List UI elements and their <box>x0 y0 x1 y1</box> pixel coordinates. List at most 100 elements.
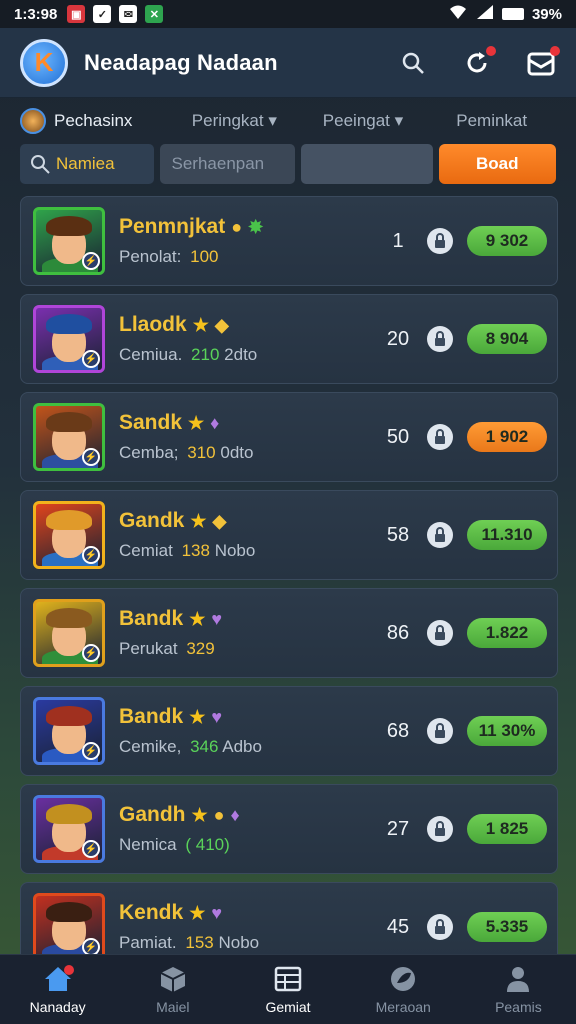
score-badge[interactable]: 8 904 <box>467 324 547 354</box>
player-stats: Cemike, 346 Adbo <box>119 737 339 757</box>
inbox-button[interactable] <box>526 45 560 78</box>
check-notification-icon: ✓ <box>93 5 112 23</box>
search-input[interactable]: Namiea <box>20 144 154 184</box>
lock-icon[interactable] <box>427 522 453 548</box>
tab-label: Peringkat <box>191 111 264 130</box>
lock-icon[interactable] <box>427 228 453 254</box>
list-item[interactable]: ⚡ Bandk ★ ♥ Cemike, 346 Adbo 68 11 30% <box>20 686 558 776</box>
tab-peringkat-1[interactable]: Peringkat ▾ <box>170 111 299 131</box>
lock-icon[interactable] <box>427 424 453 450</box>
player-info: Llaodk ★ ◆ Cemiua. 210 2dto <box>119 313 339 365</box>
nav-label: Peamis <box>495 998 542 1015</box>
player-name: Gandk <box>119 509 185 532</box>
filter-select[interactable]: Serhaenpan <box>159 144 295 184</box>
nav-item-cube[interactable]: Maiel <box>115 955 230 1024</box>
lock-icon[interactable] <box>427 326 453 352</box>
filter-bar: Namiea Serhaenpan Boad <box>20 144 556 184</box>
level-badge-icon: ⚡ <box>82 742 100 760</box>
nav-item-grid[interactable]: Gemiat <box>230 955 345 1024</box>
avatar-hair <box>46 902 92 922</box>
star-icon: ★ <box>190 510 207 531</box>
player-name-line: Bandk ★ ♥ <box>119 607 339 631</box>
logo-glyph: K <box>34 47 54 77</box>
nav-label: Gemiat <box>265 998 311 1015</box>
list-item[interactable]: ⚡ Gandk ★ ◆ Cemiat 138 Nobo 58 11.310 <box>20 490 558 580</box>
rank-number: 20 <box>386 327 410 350</box>
star-icon: ★ <box>189 902 206 923</box>
avatar-hair <box>46 314 92 334</box>
level-badge-icon: ⚡ <box>82 840 100 858</box>
search-icon <box>31 155 50 174</box>
lock-icon[interactable] <box>427 816 453 842</box>
lock-icon[interactable] <box>427 620 453 646</box>
avatar: ⚡ <box>33 893 105 961</box>
nav-item-leaf[interactable]: Meraoan <box>346 955 461 1024</box>
search-button[interactable] <box>398 48 428 78</box>
player-name: Llaodk <box>119 313 187 336</box>
level-badge-icon: ⚡ <box>82 546 100 564</box>
rank-number: 45 <box>386 915 410 938</box>
lock-icon[interactable] <box>427 718 453 744</box>
avatar: ⚡ <box>33 795 105 863</box>
tab-peringkat-3[interactable]: Peminkat <box>427 111 556 131</box>
header-actions <box>398 45 560 78</box>
avatar-hair <box>46 412 92 432</box>
score-badge[interactable]: 5.335 <box>467 912 547 942</box>
wifi-icon <box>448 4 468 24</box>
player-stats: Cemba; 310 0dto <box>119 443 339 463</box>
filter-select-empty[interactable] <box>301 144 433 184</box>
nav-item-user[interactable]: Peamis <box>461 955 576 1024</box>
user-icon <box>503 965 533 993</box>
list-item[interactable]: ⚡ Sandk ★ ♦ Cemba; 310 0dto 50 1 902 <box>20 392 558 482</box>
heart-icon: ♥ <box>211 706 223 727</box>
avatar-hair <box>46 706 92 726</box>
submit-button[interactable]: Boad <box>438 144 556 184</box>
tab-profile[interactable]: Pechasinx <box>20 108 170 134</box>
list-item[interactable]: ⚡ Bandk ★ ♥ Perukat 329 86 1.822 <box>20 588 558 678</box>
score-badge[interactable]: 1.822 <box>467 618 547 648</box>
heart-icon: ♥ <box>211 608 223 629</box>
player-name: Bandk <box>119 607 184 630</box>
chevron-down-icon: ▾ <box>268 111 277 130</box>
tab-peringkat-2[interactable]: Peeingat ▾ <box>299 111 428 131</box>
refresh-button[interactable] <box>462 45 496 78</box>
chevron-down-icon: ▾ <box>394 111 404 130</box>
grid-icon <box>273 965 303 993</box>
stat-label: Perukat <box>119 639 178 658</box>
stat-extra: Adbo <box>222 737 262 756</box>
rank-number: 58 <box>386 523 410 546</box>
score-badge[interactable]: 11 30% <box>467 716 547 746</box>
player-name: Penmnjkat <box>119 215 226 238</box>
stat-value: 346 <box>190 737 219 756</box>
coin-icon: ● <box>231 216 243 237</box>
player-name-line: Kendk ★ ♥ <box>119 901 339 925</box>
player-stats: Nemica ( 410) <box>119 835 339 855</box>
leaf-icon <box>388 965 418 993</box>
rank-number: 50 <box>386 425 410 448</box>
app-logo-icon[interactable]: K <box>20 38 68 87</box>
nav-item-home[interactable]: Nanaday <box>0 955 115 1024</box>
notification-dot <box>550 45 560 56</box>
stat-label: Cemiat <box>119 541 173 560</box>
stat-label: Penolat: <box>119 247 182 266</box>
score-badge[interactable]: 1 825 <box>467 814 547 844</box>
player-stats: Pamiat. 153 Nobo <box>119 933 339 953</box>
stat-label: Nemica <box>119 835 177 854</box>
list-item[interactable]: ⚡ Llaodk ★ ◆ Cemiua. 210 2dto 20 8 904 <box>20 294 558 384</box>
player-name: Sandk <box>119 411 183 434</box>
list-item[interactable]: ⚡ Gandh ★ ● ♦ Nemica ( 410) 27 1 825 <box>20 784 558 874</box>
player-name-line: Bandk ★ ♥ <box>119 705 339 729</box>
player-info: Gandh ★ ● ♦ Nemica ( 410) <box>119 803 339 855</box>
gem-icon: ♦ <box>230 804 240 825</box>
score-badge[interactable]: 11.310 <box>467 520 547 550</box>
lock-icon[interactable] <box>427 914 453 940</box>
score-badge[interactable]: 1 902 <box>467 422 547 452</box>
gem-icon: ◆ <box>212 510 227 531</box>
score-badge[interactable]: 9 302 <box>467 226 547 256</box>
stat-extra: 2dto <box>224 345 258 364</box>
list-item[interactable]: ⚡ Penmnjkat ● ✸ Penolat: 100 1 9 302 <box>20 196 558 286</box>
stat-value: 310 <box>187 443 216 462</box>
stat-extra: 0dto <box>220 443 254 462</box>
submit-button-label: Boad <box>476 154 519 173</box>
avatar-hair <box>46 510 92 530</box>
